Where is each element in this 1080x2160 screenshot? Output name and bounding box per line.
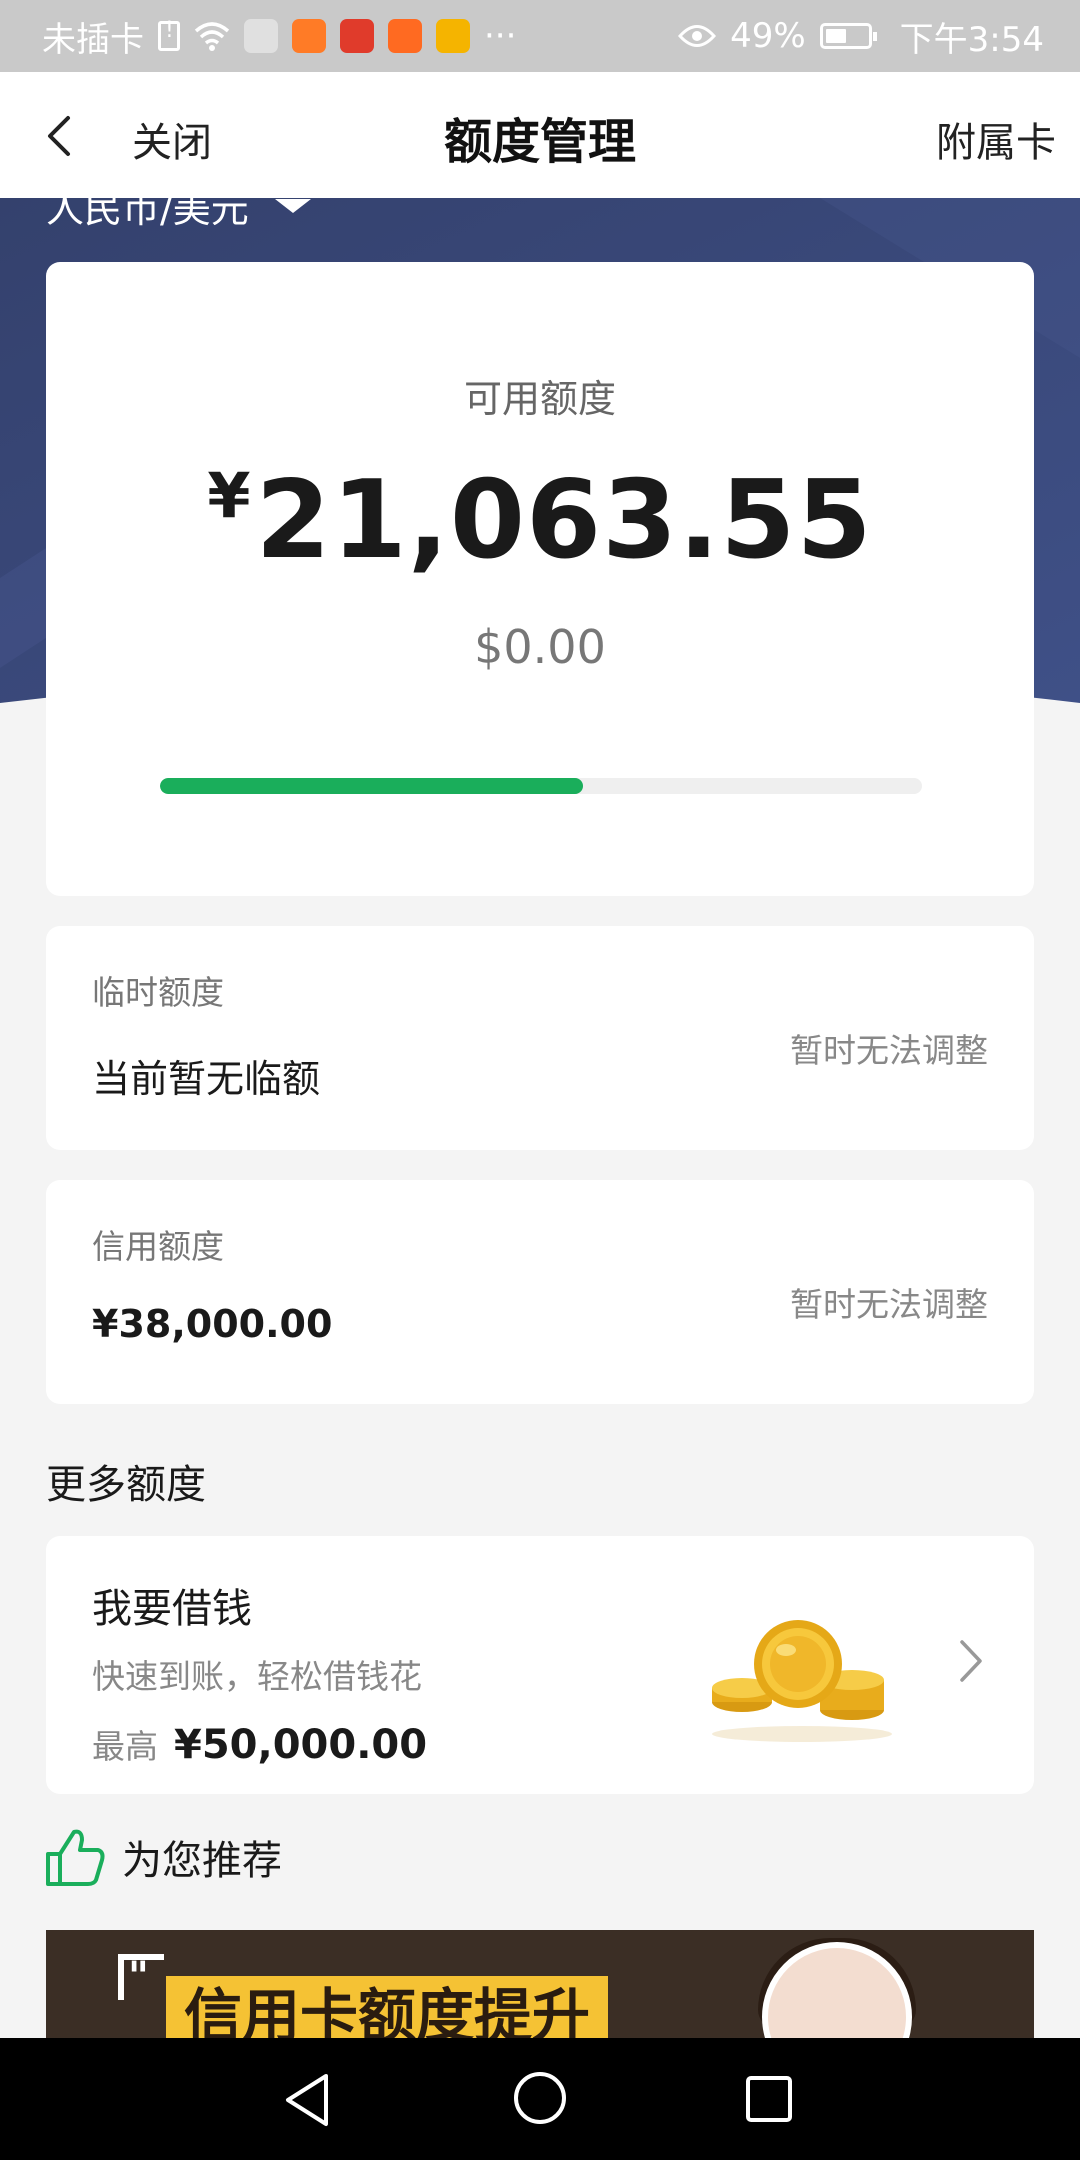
limit-usage-progress: [160, 778, 922, 794]
system-recents-icon[interactable]: [744, 2074, 794, 2124]
video-app-icon: [292, 19, 326, 53]
credit-limit-value: ¥38,000.00: [92, 1302, 333, 1346]
currency-symbol: ¥: [207, 459, 252, 532]
usd-available-amount: $0.00: [474, 620, 606, 674]
borrow-money-card[interactable]: 我要借钱 快速到账，轻松借钱花 最高 ¥50,000.00: [46, 1536, 1034, 1794]
recommend-heading: 为您推荐: [44, 1826, 282, 1888]
credit-limit-status: 暂时无法调整: [790, 1285, 988, 1324]
status-right: 49% 下午3:54: [678, 12, 1044, 61]
battery-percent: 49%: [730, 16, 806, 56]
temporary-limit-value: 当前暂无临额: [92, 1057, 321, 1101]
eye-comfort-icon: [678, 25, 717, 47]
available-limit-label: 可用额度: [463, 377, 616, 421]
available-limit-amount: ¥21,063.55: [46, 458, 1034, 583]
navigation-bar: 关闭 额度管理 附属卡: [0, 72, 1080, 198]
heart-app-icon: [436, 19, 470, 53]
borrow-max-amount: 最高 ¥50,000.00: [92, 1720, 427, 1768]
borrow-money-subtitle: 快速到账，轻松借钱花: [92, 1657, 422, 1696]
status-bar: 未插卡 ··· 49% 下午3:54: [0, 0, 1080, 72]
shopping-app-icon: [388, 19, 422, 53]
temporary-limit-status: 暂时无法调整: [790, 1031, 988, 1070]
recommendation-banner[interactable]: " 信用卡额度提升: [46, 1930, 1034, 2038]
system-home-icon[interactable]: [512, 2070, 568, 2126]
borrow-max-value: ¥50,000.00: [174, 1722, 428, 1768]
available-amount-value: 21,063.55: [255, 458, 873, 583]
wifi-icon: [194, 22, 230, 51]
clock: 下午3:54: [899, 19, 1044, 60]
sim-alert-icon: [158, 18, 180, 51]
chevron-down-icon: [274, 198, 311, 213]
borrow-money-title: 我要借钱: [92, 1586, 252, 1632]
battery-icon: [819, 23, 877, 49]
limit-usage-progress-fill: [160, 778, 583, 794]
recommend-title: 为您推荐: [122, 1838, 282, 1884]
lottery-app-icon: [340, 19, 374, 53]
chevron-right-icon: [960, 1640, 982, 1682]
quote-mark-icon: ": [118, 1954, 164, 2000]
supplementary-card-button[interactable]: 附属卡: [936, 110, 1056, 168]
more-limits-heading: 更多额度: [46, 1462, 206, 1508]
temporary-limit-card[interactable]: 临时额度 当前暂无临额 暂时无法调整: [46, 926, 1034, 1150]
credit-limit-card[interactable]: 信用额度 ¥38,000.00 暂时无法调整: [46, 1180, 1034, 1404]
credit-limit-label: 信用额度: [92, 1227, 224, 1266]
available-limit-card: 可用额度 ¥21,063.55 $0.00: [46, 262, 1034, 896]
system-back-icon[interactable]: [282, 2072, 334, 2128]
app-notification-icon: [244, 19, 278, 53]
borrow-max-label: 最高: [92, 1727, 158, 1766]
thumbs-up-icon: [46, 1829, 105, 1886]
status-left: 未插卡 ···: [42, 12, 516, 61]
more-notifications: ···: [484, 16, 517, 56]
page-title: 额度管理: [443, 114, 636, 170]
gold-coins-icon: [712, 1620, 892, 1742]
banner-headline: 信用卡额度提升: [166, 1976, 609, 2038]
temporary-limit-label: 临时额度: [92, 973, 224, 1012]
system-navigation-bar: [0, 2038, 1080, 2160]
sim-status-text: 未插卡: [42, 19, 144, 60]
